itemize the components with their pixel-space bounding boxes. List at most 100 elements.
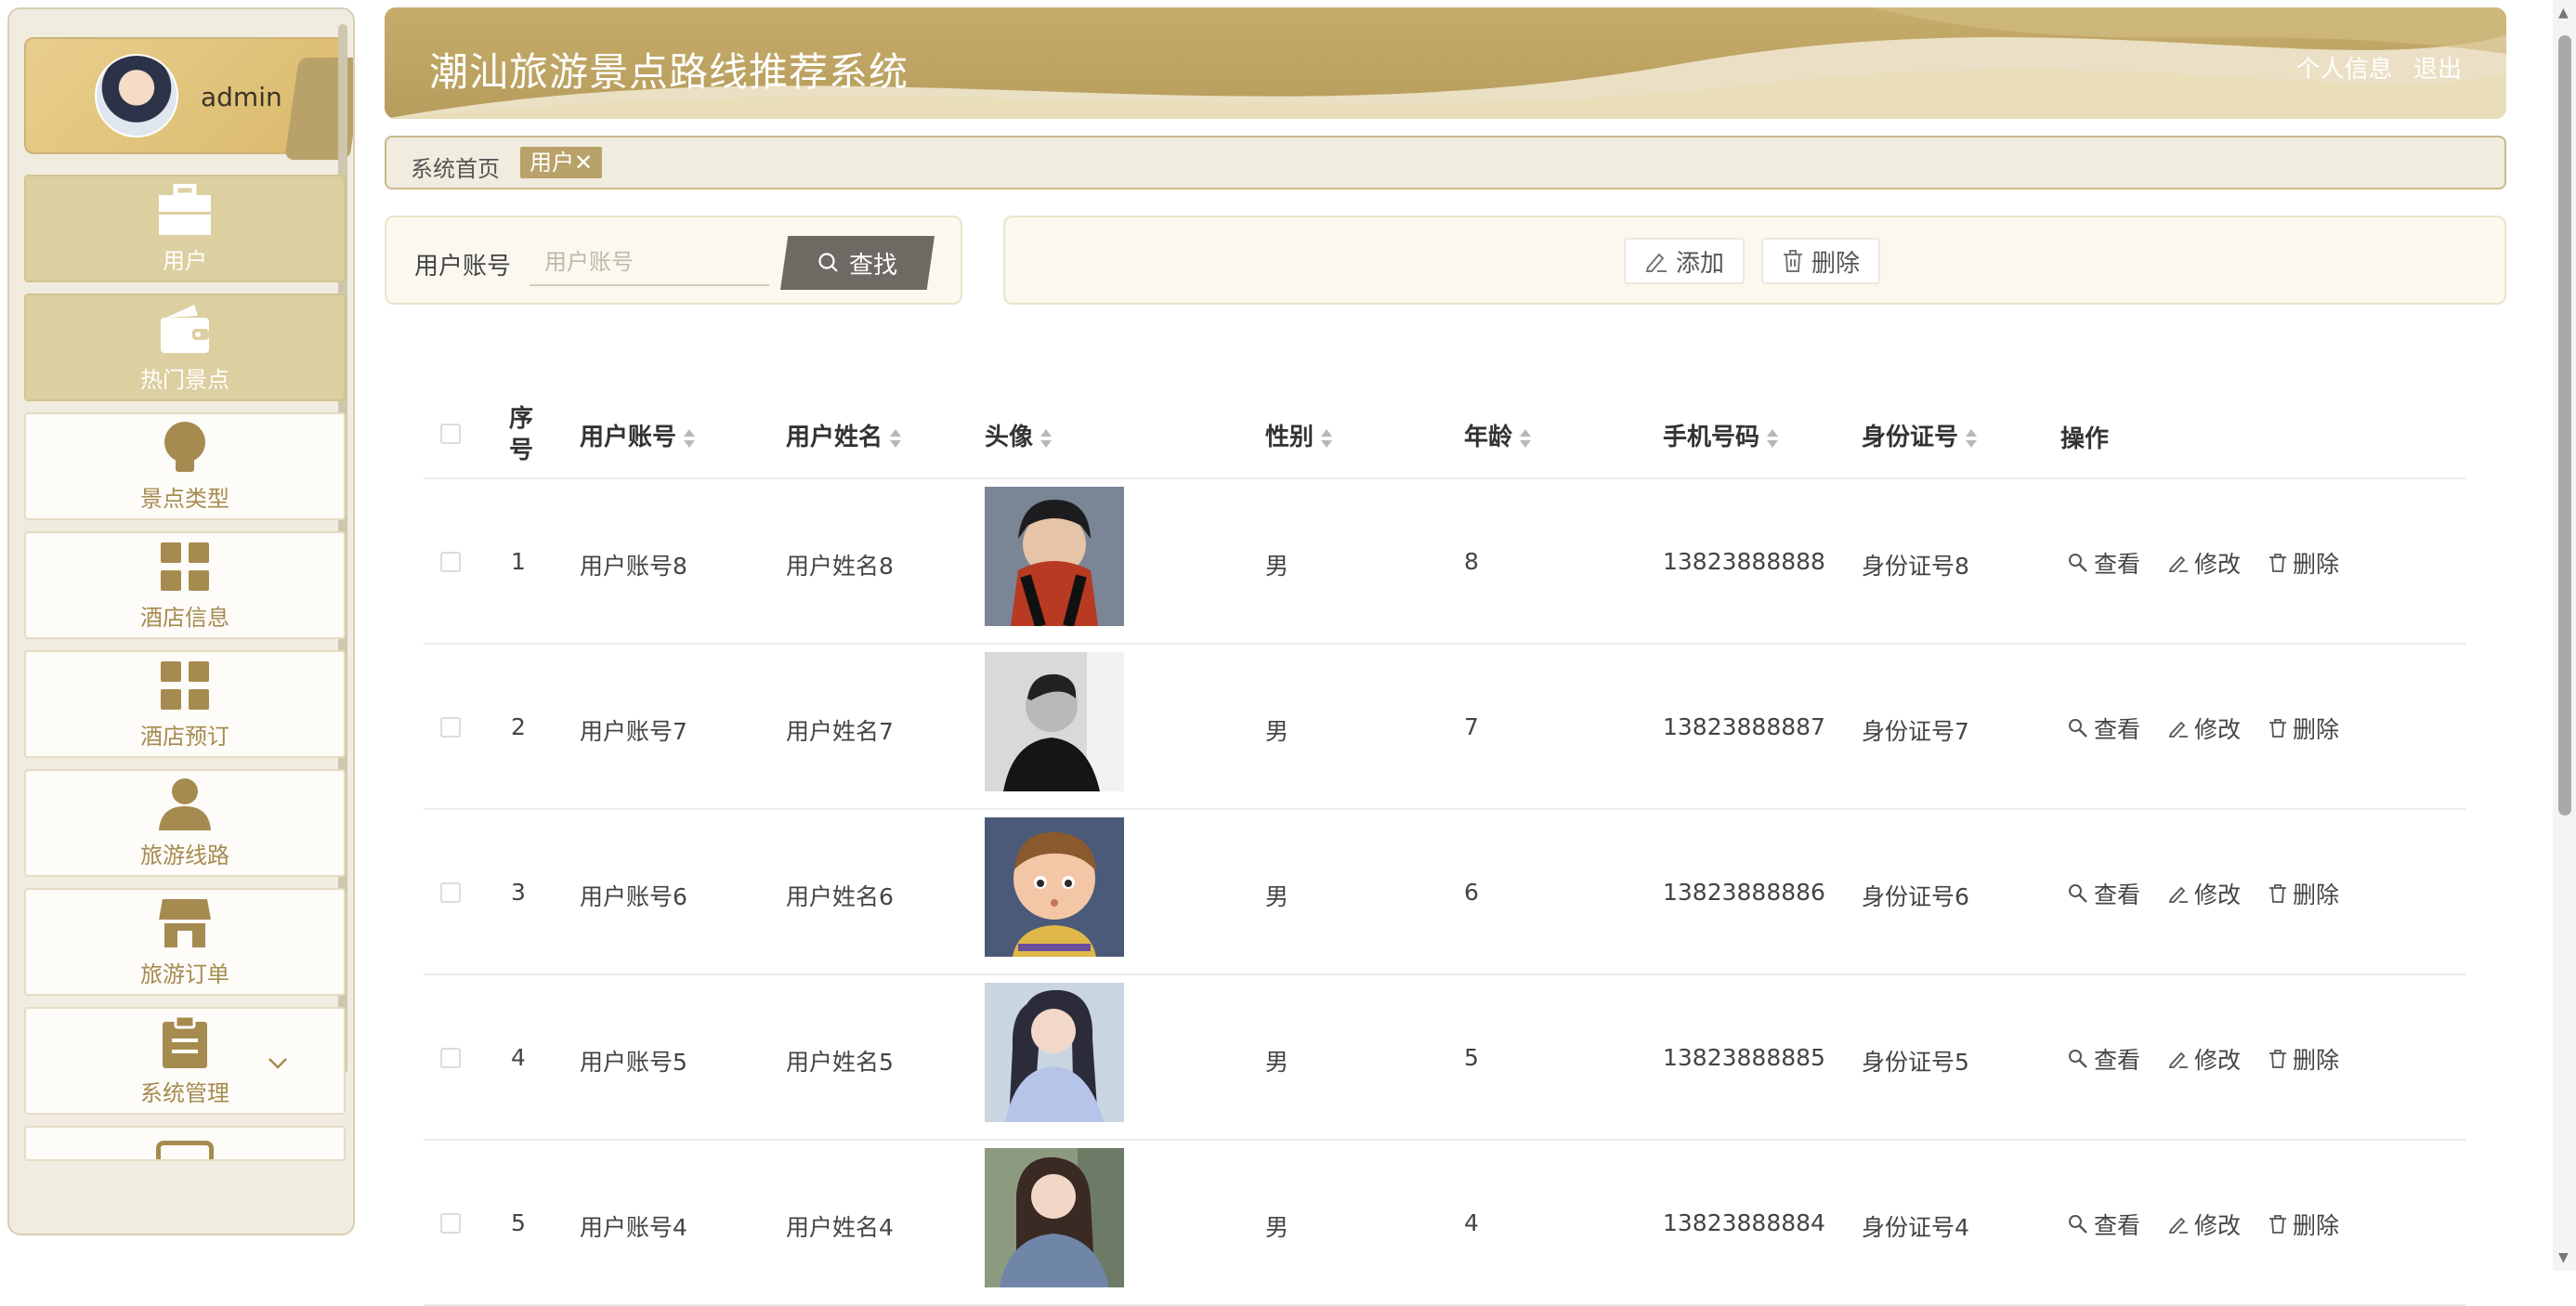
sidebar-item-system-admin[interactable]: 系统管理 [24, 1007, 346, 1115]
select-all-checkbox[interactable] [440, 424, 461, 444]
sidebar-item-hotel-info[interactable]: 酒店信息 [24, 531, 346, 639]
profile-link[interactable]: 个人信息 [2296, 56, 2393, 84]
cell-name: 用户姓名4 [786, 1214, 894, 1241]
search-input[interactable] [530, 240, 769, 286]
edit-button[interactable]: 修改 [2168, 546, 2241, 580]
sort-icon[interactable] [684, 428, 696, 449]
breadcrumb-tag-users[interactable]: 用户✕ [520, 147, 603, 178]
sidebar-item-spot-types[interactable]: 景点类型 [24, 412, 346, 520]
sidebar-item-travel-orders[interactable]: 旅游订单 [24, 888, 346, 996]
page-scrollbar-thumb[interactable] [2558, 35, 2571, 816]
view-button-label: 查看 [2094, 1212, 2141, 1239]
column-header-name[interactable]: 用户姓名 [786, 418, 902, 452]
edit-button[interactable]: 修改 [2168, 712, 2241, 745]
delete-button[interactable]: 删除 [2269, 1042, 2339, 1076]
briefcase-icon [156, 183, 214, 237]
users-table: 序号 用户账号 用户姓名 头像 性别 年龄 手机号码 身份证号 操作 1 用户账… [424, 390, 2465, 1306]
view-button[interactable]: 查看 [2068, 546, 2140, 580]
cell-age: 8 [1464, 548, 1479, 575]
search-icon [2069, 554, 2087, 572]
row-checkbox[interactable] [440, 1048, 461, 1068]
row-checkbox[interactable] [440, 717, 461, 738]
view-button[interactable]: 查看 [2068, 877, 2140, 910]
action-panel: 添加 删除 [1003, 215, 2506, 305]
trash-icon [2269, 554, 2287, 572]
column-header-id-card[interactable]: 身份证号 [1862, 418, 1978, 452]
scroll-up-icon[interactable]: ▲ [2558, 6, 2569, 20]
sort-icon[interactable] [890, 428, 902, 449]
cell-phone: 13823888886 [1663, 879, 1825, 906]
sort-icon[interactable] [1966, 428, 1978, 449]
sidebar-item-label: 用户 [163, 247, 207, 274]
sidebar: admin 用户 热门景点 景点类型 酒店信息 酒店预订 旅游线路 旅游订单 系… [7, 7, 355, 1235]
column-header-age[interactable]: 年龄 [1464, 418, 1532, 452]
page-scrollbar[interactable]: ▲ ▼ [2553, 0, 2576, 1271]
batch-delete-button[interactable]: 删除 [1761, 238, 1881, 284]
edit-icon [2168, 721, 2189, 738]
cell-gender: 男 [1265, 1049, 1289, 1076]
view-button-label: 查看 [2094, 1047, 2141, 1074]
sidebar-item-more[interactable] [24, 1126, 346, 1161]
row-checkbox[interactable] [440, 1213, 461, 1234]
edit-button[interactable]: 修改 [2168, 877, 2241, 910]
sidebar-item-users[interactable]: 用户 [24, 175, 346, 282]
search-icon [2069, 884, 2087, 903]
delete-button[interactable]: 删除 [2269, 1208, 2339, 1241]
sidebar-item-label: 旅游订单 [140, 960, 229, 987]
delete-button[interactable]: 删除 [2269, 712, 2339, 745]
cell-gender: 男 [1265, 883, 1289, 910]
header-links: 个人信息 退出 [2283, 50, 2462, 85]
search-button[interactable]: 查找 [780, 236, 935, 290]
trash-icon [1784, 250, 1802, 272]
breadcrumb-home[interactable]: 系统首页 [411, 150, 500, 183]
view-button[interactable]: 查看 [2068, 1042, 2140, 1076]
user-avatar-image [985, 487, 1124, 626]
delete-button[interactable]: 删除 [2269, 546, 2339, 580]
edit-button[interactable]: 修改 [2168, 1042, 2241, 1076]
sidebar-item-label: 热门景点 [140, 366, 229, 393]
column-header-label: 头像 [985, 424, 1034, 451]
row-checkbox[interactable] [440, 882, 461, 903]
sidebar-item-hot-spots[interactable]: 热门景点 [24, 294, 346, 401]
page-title: 潮汕旅游景点路线推荐系统 [429, 49, 909, 95]
avatar[interactable] [95, 54, 178, 137]
sidebar-item-label: 酒店预订 [140, 723, 229, 750]
sidebar-item-label: 酒店信息 [140, 604, 229, 631]
cell-age: 5 [1464, 1044, 1479, 1071]
user-avatar-image [985, 652, 1124, 791]
view-button[interactable]: 查看 [2068, 712, 2140, 745]
sort-icon[interactable] [1040, 428, 1053, 449]
search-label: 用户账号 [414, 253, 512, 281]
sort-icon[interactable] [1767, 428, 1779, 449]
table-header: 序号 用户账号 用户姓名 头像 性别 年龄 手机号码 身份证号 操作 [424, 390, 2465, 479]
breadcrumb: 系统首页 用户✕ [385, 136, 2506, 189]
add-button[interactable]: 添加 [1624, 238, 1746, 284]
search-icon [818, 253, 838, 272]
column-header-phone[interactable]: 手机号码 [1663, 418, 1779, 452]
clipboard-icon [156, 1014, 214, 1069]
logout-link[interactable]: 退出 [2413, 56, 2462, 84]
sidebar-item-label: 景点类型 [140, 485, 229, 512]
edit-button[interactable]: 修改 [2168, 1208, 2241, 1241]
sidebar-item-travel-routes[interactable]: 旅游线路 [24, 769, 346, 877]
edit-icon [2168, 886, 2189, 903]
top-header: 潮汕旅游景点路线推荐系统 个人信息 退出 [385, 7, 2506, 119]
cell-phone: 13823888884 [1663, 1209, 1825, 1236]
cell-index: 2 [511, 713, 526, 740]
edit-icon [1645, 253, 1667, 272]
cell-name: 用户姓名5 [786, 1049, 894, 1076]
column-header-label: 身份证号 [1862, 424, 1959, 451]
view-button[interactable]: 查看 [2068, 1208, 2140, 1241]
cell-index: 5 [511, 1209, 526, 1236]
row-checkbox[interactable] [440, 552, 461, 572]
column-header-gender[interactable]: 性别 [1265, 418, 1333, 452]
column-header-avatar[interactable]: 头像 [985, 418, 1053, 452]
scroll-down-icon[interactable]: ▼ [2558, 1250, 2569, 1265]
column-header-account[interactable]: 用户账号 [580, 418, 696, 452]
sidebar-item-hotel-booking[interactable]: 酒店预订 [24, 650, 346, 758]
chevron-down-icon[interactable] [268, 1050, 288, 1076]
sort-icon[interactable] [1321, 428, 1333, 449]
sort-icon[interactable] [1520, 428, 1532, 449]
cell-account: 用户账号4 [580, 1214, 687, 1241]
delete-button[interactable]: 删除 [2269, 877, 2339, 910]
